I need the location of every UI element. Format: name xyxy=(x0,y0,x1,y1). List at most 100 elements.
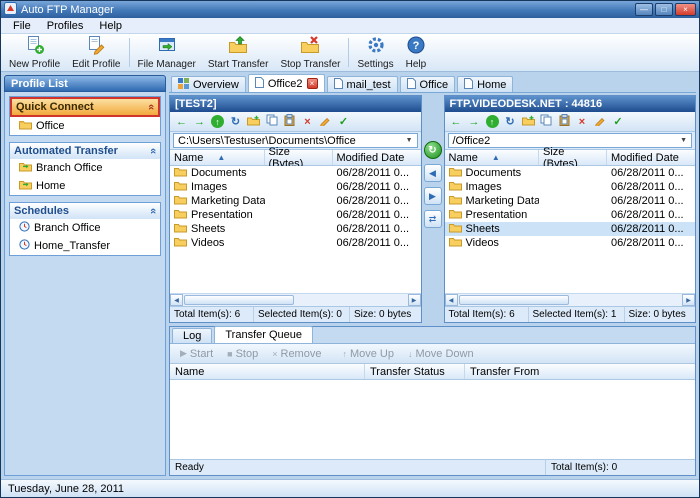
column-header-modified[interactable]: Modified Date xyxy=(607,150,695,165)
collapse-chevron-icon[interactable]: « xyxy=(147,208,159,214)
schedules-header[interactable]: Schedules « xyxy=(10,203,160,219)
file-modified: 06/28/2011 0... xyxy=(333,223,421,235)
maximize-button[interactable]: □ xyxy=(655,3,673,16)
paste-button[interactable] xyxy=(282,114,297,129)
queue-move-down-button[interactable]: ↓ Move Down xyxy=(402,348,480,360)
connect-refresh-button[interactable]: ↻ xyxy=(424,141,442,159)
file-row[interactable]: Documents 06/28/2011 0... xyxy=(170,166,421,180)
back-button[interactable]: ← xyxy=(449,114,464,129)
tab-home[interactable]: Home xyxy=(457,76,513,92)
settings-button[interactable]: Settings xyxy=(351,35,399,70)
file-manager-button[interactable]: File Manager xyxy=(132,35,202,70)
up-button[interactable]: ↑ xyxy=(485,114,500,129)
collapse-chevron-icon[interactable]: « xyxy=(147,148,159,154)
close-button[interactable]: × xyxy=(675,3,696,16)
tab-office[interactable]: Office xyxy=(400,76,456,92)
queue-start-button[interactable]: ▶ Start xyxy=(174,348,219,360)
queue-column-status[interactable]: Transfer Status xyxy=(365,364,465,379)
new-folder-button[interactable] xyxy=(521,114,536,129)
delete-button[interactable]: × xyxy=(300,114,315,129)
quick-connect-header[interactable]: Quick Connect « xyxy=(10,97,160,117)
horizontal-scrollbar[interactable]: ◀ ▶ xyxy=(170,293,421,306)
automated-transfer-header[interactable]: Automated Transfer « xyxy=(10,143,160,159)
sidebar-item-branch-office[interactable]: Branch Office xyxy=(10,159,160,177)
copy-button[interactable] xyxy=(264,114,279,129)
stop-transfer-button[interactable]: Stop Transfer xyxy=(274,35,346,70)
tab-label: Home xyxy=(477,79,506,91)
minimize-button[interactable]: — xyxy=(635,3,653,16)
queue-column-from[interactable]: Transfer From xyxy=(465,364,695,379)
transfer-to-local-button[interactable]: ◀ xyxy=(424,164,442,182)
refresh-button[interactable]: ↻ xyxy=(228,114,243,129)
new-folder-button[interactable] xyxy=(246,114,261,129)
file-row[interactable]: Images 06/28/2011 0... xyxy=(445,180,696,194)
new-profile-button[interactable]: New Profile xyxy=(3,35,66,70)
transfer-folder-icon xyxy=(19,179,32,193)
select-button[interactable]: ✓ xyxy=(611,114,626,129)
refresh-button[interactable]: ↻ xyxy=(503,114,518,129)
dropdown-arrow-icon[interactable]: ▼ xyxy=(402,137,413,144)
forward-button[interactable]: → xyxy=(192,114,207,129)
scroll-right-icon[interactable]: ▶ xyxy=(408,294,421,306)
sidebar-item-home[interactable]: Home xyxy=(10,177,160,195)
column-header-size[interactable]: Size (Bytes) xyxy=(265,150,333,165)
file-row[interactable]: Marketing Data 06/28/2011 0... xyxy=(445,194,696,208)
file-row[interactable]: Sheets 06/28/2011 0... xyxy=(170,222,421,236)
sidebar-item-office[interactable]: Office xyxy=(10,117,160,135)
sidebar-item-home-transfer-schedule[interactable]: Home_Transfer xyxy=(10,237,160,255)
menu-profiles[interactable]: Profiles xyxy=(39,19,92,33)
help-button[interactable]: ? Help xyxy=(400,35,433,70)
tab-log[interactable]: Log xyxy=(172,328,212,343)
dropdown-arrow-icon[interactable]: ▼ xyxy=(676,137,687,144)
transfer-to-remote-button[interactable]: ▶ xyxy=(424,187,442,205)
file-row-selected[interactable]: Sheets 06/28/2011 0... xyxy=(445,222,696,236)
file-row[interactable]: Marketing Data 06/28/2011 0... xyxy=(170,194,421,208)
tab-office2[interactable]: Office2 × xyxy=(248,74,325,92)
scroll-left-icon[interactable]: ◀ xyxy=(170,294,183,306)
queue-move-up-label: Move Up xyxy=(350,348,394,360)
tab-mail-test[interactable]: mail_test xyxy=(327,76,398,92)
menu-file[interactable]: File xyxy=(5,19,39,33)
file-row[interactable]: Documents 06/28/2011 0... xyxy=(445,166,696,180)
column-header-name[interactable]: Name ▲ xyxy=(170,150,265,165)
rename-button[interactable] xyxy=(593,114,608,129)
file-row[interactable]: Videos 06/28/2011 0... xyxy=(445,236,696,250)
new-folder-icon xyxy=(522,115,535,129)
file-row[interactable]: Presentation 06/28/2011 0... xyxy=(170,208,421,222)
queue-stop-button[interactable]: ■ Stop xyxy=(221,348,264,360)
add-to-queue-button[interactable]: ⇄ xyxy=(424,210,442,228)
scrollbar-thumb[interactable] xyxy=(459,295,569,305)
queue-column-name[interactable]: Name xyxy=(170,364,365,379)
delete-button[interactable]: × xyxy=(575,114,590,129)
tab-close-icon[interactable]: × xyxy=(307,78,318,89)
queue-remove-button[interactable]: × Remove xyxy=(266,348,327,360)
copy-button[interactable] xyxy=(539,114,554,129)
rename-button[interactable] xyxy=(318,114,333,129)
sidebar-item-branch-office-schedule[interactable]: Branch Office xyxy=(10,219,160,237)
scroll-right-icon[interactable]: ▶ xyxy=(682,294,695,306)
tab-transfer-queue[interactable]: Transfer Queue xyxy=(214,326,313,343)
paste-button[interactable] xyxy=(557,114,572,129)
page-icon xyxy=(255,77,264,91)
forward-button[interactable]: → xyxy=(467,114,482,129)
collapse-chevron-icon[interactable]: « xyxy=(145,104,157,110)
tab-overview[interactable]: Overview xyxy=(171,76,246,92)
up-button[interactable]: ↑ xyxy=(210,114,225,129)
queue-move-up-button[interactable]: ↑ Move Up xyxy=(336,348,400,360)
file-row[interactable]: Images 06/28/2011 0... xyxy=(170,180,421,194)
column-header-modified[interactable]: Modified Date xyxy=(333,150,421,165)
column-header-size[interactable]: Size (Bytes) xyxy=(539,150,607,165)
column-header-name[interactable]: Name ▲ xyxy=(445,150,540,165)
file-row[interactable]: Videos 06/28/2011 0... xyxy=(170,236,421,250)
edit-profile-button[interactable]: Edit Profile xyxy=(66,35,126,70)
menu-help[interactable]: Help xyxy=(91,19,130,33)
file-row[interactable]: Presentation 06/28/2011 0... xyxy=(445,208,696,222)
column-label: Modified Date xyxy=(337,152,405,164)
scrollbar-thumb[interactable] xyxy=(184,295,294,305)
scroll-left-icon[interactable]: ◀ xyxy=(445,294,458,306)
horizontal-scrollbar[interactable]: ◀ ▶ xyxy=(445,293,696,306)
select-button[interactable]: ✓ xyxy=(336,114,351,129)
start-transfer-button[interactable]: Start Transfer xyxy=(202,35,275,70)
copy-icon xyxy=(540,114,552,129)
back-button[interactable]: ← xyxy=(174,114,189,129)
